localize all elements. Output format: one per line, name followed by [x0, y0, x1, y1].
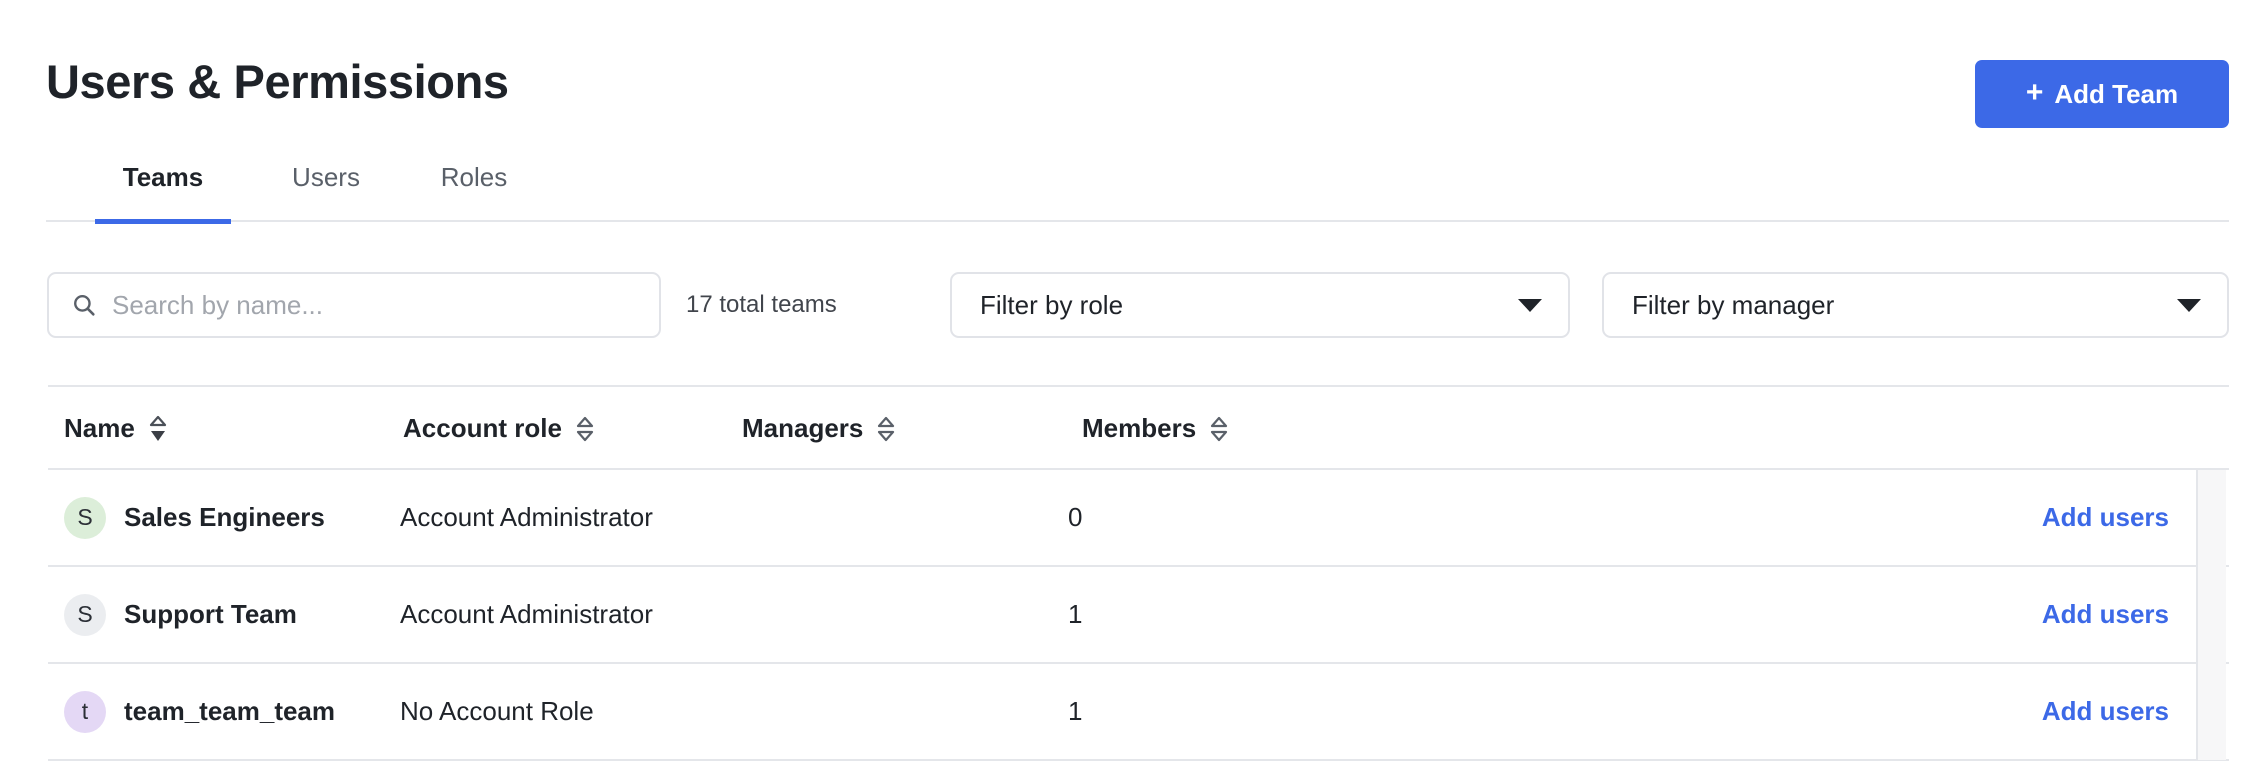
- column-header-account-role-label: Account role: [403, 413, 562, 443]
- sort-icon-desc: [149, 415, 166, 441]
- sort-icon: [1211, 416, 1228, 441]
- account-role-cell: Account Administrator: [400, 502, 653, 532]
- avatar: S: [64, 496, 106, 539]
- team-name: team_team_team: [124, 696, 336, 726]
- add-users-link[interactable]: Add users: [2042, 599, 2169, 630]
- column-header-account-role[interactable]: Account role: [403, 413, 594, 444]
- members-cell: 0: [1068, 502, 1083, 532]
- tab-teams[interactable]: Teams: [95, 160, 231, 224]
- team-name-cell: S Support Team: [64, 567, 297, 662]
- column-header-name-label: Name: [64, 413, 135, 443]
- team-name-cell: t team_team_team: [64, 664, 335, 759]
- page-header: Users & Permissions + Add Team: [0, 0, 2264, 152]
- column-header-managers[interactable]: Managers: [742, 413, 895, 444]
- team-name: Sales Engineers: [124, 502, 325, 532]
- add-team-button-label: Add Team: [2054, 78, 2179, 109]
- team-name-cell: S Sales Engineers: [64, 470, 325, 565]
- filter-by-manager-select[interactable]: Filter by manager: [1602, 272, 2229, 338]
- column-header-members[interactable]: Members: [1082, 413, 1228, 444]
- tab-roles-label: Roles: [440, 162, 508, 192]
- account-role-cell: Account Administrator: [400, 599, 653, 629]
- add-users-link[interactable]: Add users: [2042, 502, 2169, 533]
- filter-toolbar: 17 total teams Filter by role Filter by …: [0, 255, 2264, 360]
- add-users-cell: Add users: [2042, 664, 2169, 759]
- chevron-down-icon: [1518, 298, 1542, 312]
- column-header-name[interactable]: Name: [64, 413, 167, 444]
- table-row[interactable]: S Support Team Account Administrator 1 A…: [48, 567, 2229, 664]
- avatar: S: [64, 593, 106, 636]
- filter-by-manager-label: Filter by manager: [1632, 289, 1835, 320]
- filter-by-role-label: Filter by role: [980, 289, 1124, 320]
- add-team-button[interactable]: + Add Team: [1975, 60, 2229, 128]
- table-body: S Sales Engineers Account Administrator …: [48, 470, 2229, 761]
- sort-icon: [576, 416, 594, 441]
- tab-bar: Teams Users Roles: [46, 160, 2229, 224]
- search-icon: [74, 295, 95, 316]
- column-header-managers-label: Managers: [742, 413, 864, 443]
- table-row[interactable]: S Sales Engineers Account Administrator …: [48, 470, 2229, 567]
- members-cell: 1: [1068, 696, 1083, 726]
- column-header-members-label: Members: [1082, 413, 1197, 443]
- add-users-cell: Add users: [2042, 470, 2169, 565]
- plus-icon: +: [2025, 76, 2044, 109]
- team-name: Support Team: [124, 599, 297, 629]
- total-teams-count: 17 total teams: [686, 291, 837, 318]
- table-row[interactable]: t team_team_team No Account Role 1 Add u…: [48, 664, 2229, 761]
- search-input[interactable]: [112, 289, 612, 321]
- search-box[interactable]: [47, 272, 661, 338]
- sort-icon: [878, 416, 895, 441]
- table-vertical-scrollbar[interactable]: [2196, 470, 2226, 760]
- teams-table: Name Account role Managers Members S Sal…: [0, 385, 2264, 761]
- add-users-cell: Add users: [2042, 567, 2169, 662]
- add-users-link[interactable]: Add users: [2042, 696, 2169, 727]
- tab-active-indicator: [95, 219, 231, 224]
- members-cell: 1: [1068, 599, 1083, 629]
- chevron-down-icon: [2177, 298, 2201, 312]
- page-title: Users & Permissions: [46, 55, 509, 108]
- tab-users[interactable]: Users: [271, 160, 381, 222]
- account-role-cell: No Account Role: [400, 696, 594, 726]
- filter-by-role-select[interactable]: Filter by role: [950, 272, 1570, 338]
- tab-teams-label: Teams: [122, 162, 204, 192]
- tab-users-label: Users: [292, 162, 360, 192]
- table-header-row: Name Account role Managers Members: [48, 385, 2229, 470]
- avatar: t: [64, 690, 106, 733]
- tab-roles[interactable]: Roles: [421, 160, 527, 222]
